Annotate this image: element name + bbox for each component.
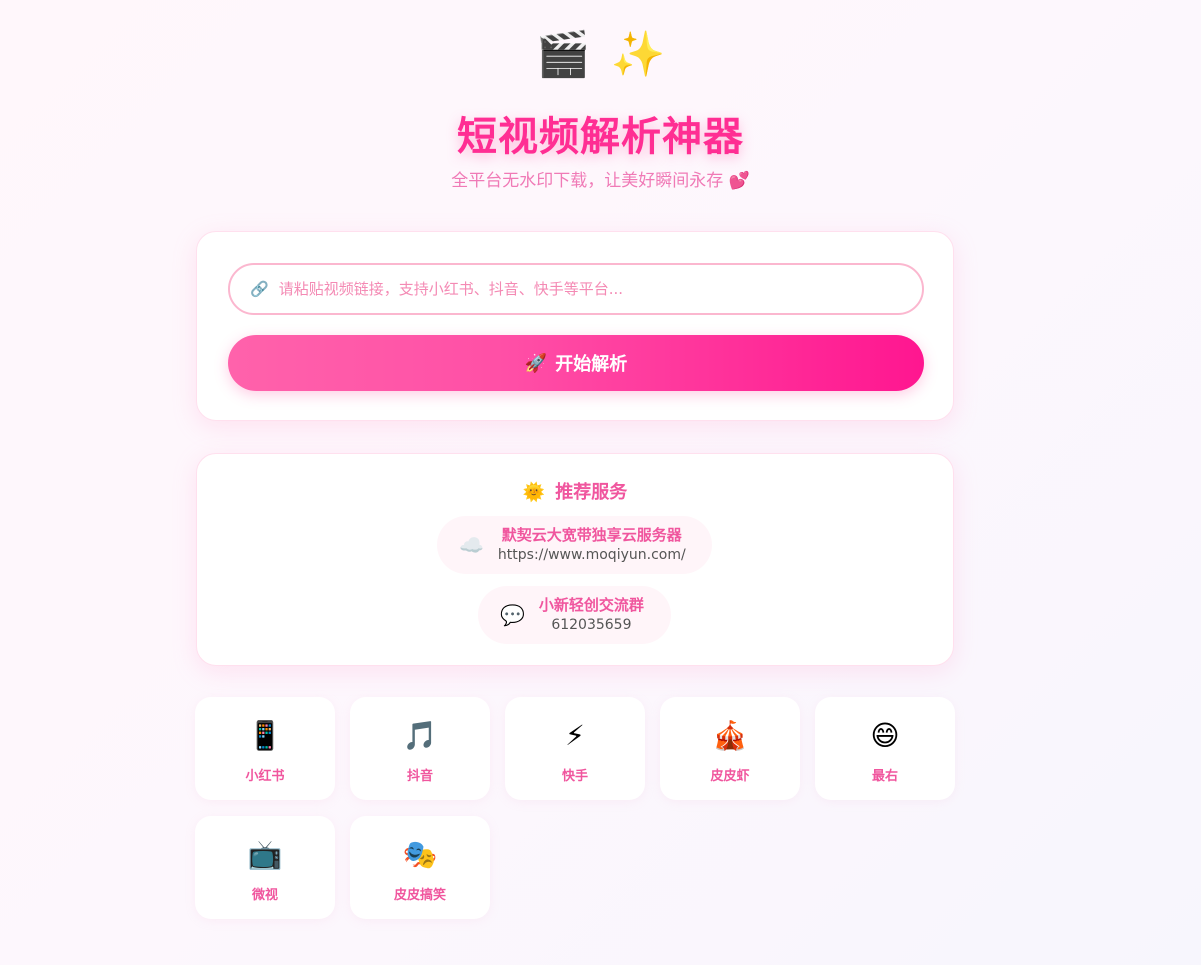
- platform-label: 微视: [251, 888, 278, 903]
- platform-label: 皮皮虾: [710, 769, 750, 784]
- platform-label: 小红书: [245, 769, 285, 784]
- grinning-face-icon: 😄: [870, 719, 900, 752]
- recommend-item-cloud-server[interactable]: ☁️ 默契云大宽带独享云服务器 https://www.moqiyun.com/: [437, 516, 712, 574]
- sun-icon: 🌞: [522, 482, 546, 503]
- platform-weishi[interactable]: 📺 微视: [195, 816, 335, 919]
- platform-label: 快手: [561, 769, 588, 784]
- recommend-item-group-number: 612035659: [551, 617, 632, 633]
- link-icon: 🔗: [250, 280, 269, 298]
- recommend-item-name: 小新轻创交流群: [538, 596, 644, 614]
- page-subtitle: 全平台无水印下载，让美好瞬间永存 💕: [451, 171, 750, 191]
- platform-label: 最右: [871, 769, 898, 784]
- platform-kuaishou[interactable]: ⚡ 快手: [505, 697, 645, 800]
- lightning-icon: ⚡: [565, 719, 585, 752]
- rocket-icon: 🚀: [524, 352, 548, 373]
- start-parse-button[interactable]: 🚀 开始解析: [228, 335, 924, 391]
- url-input-wrapper[interactable]: 🔗: [228, 263, 924, 315]
- circus-tent-icon: 🎪: [712, 719, 748, 752]
- music-note-icon: 🎵: [402, 719, 438, 752]
- recommend-item-name: 默契云大宽带独享云服务器: [501, 526, 682, 544]
- recommend-title: 推荐服务: [555, 482, 628, 503]
- clapperboard-icon: 🎬: [535, 29, 591, 80]
- recommend-item-url: https://www.moqiyun.com/: [497, 547, 686, 563]
- hero-icons: 🎬 ✨: [0, 28, 1201, 82]
- start-parse-label: 开始解析: [555, 354, 628, 374]
- television-icon: 📺: [247, 838, 283, 871]
- platform-label: 皮皮搞笑: [393, 888, 446, 903]
- search-card: 🔗 🚀 开始解析: [196, 231, 954, 421]
- recommend-item-chat-group[interactable]: 💬 小新轻创交流群 612035659: [478, 586, 671, 644]
- cloud-icon: ☁️: [459, 533, 484, 557]
- video-url-input[interactable]: [278, 280, 922, 298]
- recommend-card: 🌞 推荐服务 ☁️ 默契云大宽带独享云服务器 https://www.moqiyu…: [196, 453, 954, 666]
- theater-masks-icon: 🎭: [402, 838, 438, 871]
- platform-pipigaoxiao[interactable]: 🎭 皮皮搞笑: [350, 816, 490, 919]
- platform-zuiyou[interactable]: 😄 最右: [815, 697, 955, 800]
- recommend-heading: 🌞 推荐服务: [197, 478, 953, 504]
- sparkles-icon: ✨: [610, 29, 666, 80]
- platform-pipixia[interactable]: 🎪 皮皮虾: [660, 697, 800, 800]
- platform-douyin[interactable]: 🎵 抖音: [350, 697, 490, 800]
- phone-icon: 📱: [247, 719, 283, 752]
- page-title: 短视频解析神器: [457, 114, 744, 160]
- platform-grid: 📱 小红书 🎵 抖音 ⚡ 快手 🎪 皮皮虾 😄 最右 📺 微视 🎭 皮皮搞笑: [195, 697, 955, 919]
- platform-xiaohongshu[interactable]: 📱 小红书: [195, 697, 335, 800]
- speech-bubble-icon: 💬: [500, 603, 525, 627]
- platform-label: 抖音: [406, 769, 433, 784]
